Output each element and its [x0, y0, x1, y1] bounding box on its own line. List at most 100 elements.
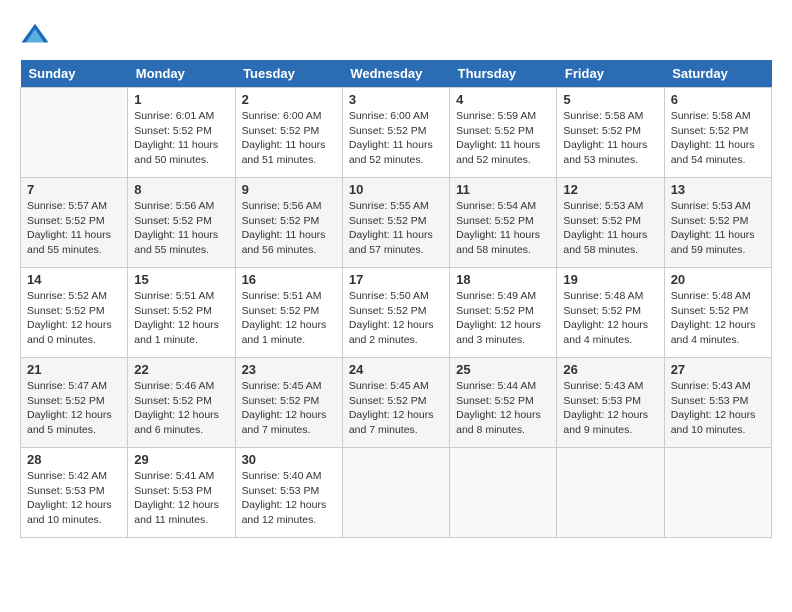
- day-number: 8: [134, 182, 228, 197]
- calendar-week-row: 7 Sunrise: 5:57 AM Sunset: 5:52 PM Daylig…: [21, 178, 772, 268]
- day-info: Sunrise: 5:45 AM Sunset: 5:52 PM Dayligh…: [242, 379, 336, 438]
- day-info: Sunrise: 5:53 AM Sunset: 5:52 PM Dayligh…: [563, 199, 657, 258]
- day-number: 22: [134, 362, 228, 377]
- calendar-cell: 9 Sunrise: 5:56 AM Sunset: 5:52 PM Daylig…: [235, 178, 342, 268]
- day-number: 24: [349, 362, 443, 377]
- logo: [20, 20, 54, 50]
- calendar-cell: [450, 448, 557, 538]
- calendar-cell: 16 Sunrise: 5:51 AM Sunset: 5:52 PM Dayli…: [235, 268, 342, 358]
- calendar-cell: 13 Sunrise: 5:53 AM Sunset: 5:52 PM Dayli…: [664, 178, 771, 268]
- day-info: Sunrise: 5:51 AM Sunset: 5:52 PM Dayligh…: [134, 289, 228, 348]
- day-number: 17: [349, 272, 443, 287]
- day-number: 2: [242, 92, 336, 107]
- calendar-header-row: SundayMondayTuesdayWednesdayThursdayFrid…: [21, 60, 772, 88]
- day-number: 23: [242, 362, 336, 377]
- day-number: 16: [242, 272, 336, 287]
- day-info: Sunrise: 5:40 AM Sunset: 5:53 PM Dayligh…: [242, 469, 336, 528]
- calendar-table: SundayMondayTuesdayWednesdayThursdayFrid…: [20, 60, 772, 538]
- calendar-cell: 10 Sunrise: 5:55 AM Sunset: 5:52 PM Dayli…: [342, 178, 449, 268]
- day-info: Sunrise: 5:56 AM Sunset: 5:52 PM Dayligh…: [134, 199, 228, 258]
- calendar-cell: 28 Sunrise: 5:42 AM Sunset: 5:53 PM Dayli…: [21, 448, 128, 538]
- day-info: Sunrise: 5:43 AM Sunset: 5:53 PM Dayligh…: [671, 379, 765, 438]
- calendar-cell: 11 Sunrise: 5:54 AM Sunset: 5:52 PM Dayli…: [450, 178, 557, 268]
- day-info: Sunrise: 5:52 AM Sunset: 5:52 PM Dayligh…: [27, 289, 121, 348]
- calendar-cell: [557, 448, 664, 538]
- calendar-cell: 6 Sunrise: 5:58 AM Sunset: 5:52 PM Daylig…: [664, 88, 771, 178]
- calendar-week-row: 14 Sunrise: 5:52 AM Sunset: 5:52 PM Dayli…: [21, 268, 772, 358]
- calendar-cell: 19 Sunrise: 5:48 AM Sunset: 5:52 PM Dayli…: [557, 268, 664, 358]
- calendar-cell: 12 Sunrise: 5:53 AM Sunset: 5:52 PM Dayli…: [557, 178, 664, 268]
- day-number: 13: [671, 182, 765, 197]
- day-number: 27: [671, 362, 765, 377]
- calendar-cell: 15Sunrise: 5:51 AM Sunset: 5:52 PM Dayli…: [128, 268, 235, 358]
- column-header-monday: Monday: [128, 60, 235, 88]
- day-info: Sunrise: 5:58 AM Sunset: 5:52 PM Dayligh…: [563, 109, 657, 168]
- day-info: Sunrise: 5:47 AM Sunset: 5:52 PM Dayligh…: [27, 379, 121, 438]
- calendar-cell: 25 Sunrise: 5:44 AM Sunset: 5:52 PM Dayli…: [450, 358, 557, 448]
- calendar-cell: 17 Sunrise: 5:50 AM Sunset: 5:52 PM Dayli…: [342, 268, 449, 358]
- day-info: Sunrise: 5:53 AM Sunset: 5:52 PM Dayligh…: [671, 199, 765, 258]
- calendar-cell: 2Sunrise: 6:00 AM Sunset: 5:52 PM Daylig…: [235, 88, 342, 178]
- calendar-week-row: 28 Sunrise: 5:42 AM Sunset: 5:53 PM Dayli…: [21, 448, 772, 538]
- day-number: 1: [134, 92, 228, 107]
- column-header-sunday: Sunday: [21, 60, 128, 88]
- day-number: 14: [27, 272, 121, 287]
- calendar-cell: 30 Sunrise: 5:40 AM Sunset: 5:53 PM Dayli…: [235, 448, 342, 538]
- calendar-cell: [21, 88, 128, 178]
- day-info: Sunrise: 5:54 AM Sunset: 5:52 PM Dayligh…: [456, 199, 550, 258]
- day-number: 30: [242, 452, 336, 467]
- calendar-week-row: 1 Sunrise: 6:01 AM Sunset: 5:52 PM Daylig…: [21, 88, 772, 178]
- calendar-cell: 20 Sunrise: 5:48 AM Sunset: 5:52 PM Dayli…: [664, 268, 771, 358]
- calendar-cell: 22 Sunrise: 5:46 AM Sunset: 5:52 PM Dayli…: [128, 358, 235, 448]
- day-info: Sunrise: 6:01 AM Sunset: 5:52 PM Dayligh…: [134, 109, 228, 168]
- day-info: Sunrise: 6:00 AM Sunset: 5:52 PM Dayligh…: [349, 109, 443, 168]
- day-info: Sunrise: 5:56 AM Sunset: 5:52 PM Dayligh…: [242, 199, 336, 258]
- day-info: Sunrise: 5:51 AM Sunset: 5:52 PM Dayligh…: [242, 289, 336, 348]
- day-info: Sunrise: 5:55 AM Sunset: 5:52 PM Dayligh…: [349, 199, 443, 258]
- column-header-friday: Friday: [557, 60, 664, 88]
- day-number: 5: [563, 92, 657, 107]
- calendar-cell: 29Sunrise: 5:41 AM Sunset: 5:53 PM Dayli…: [128, 448, 235, 538]
- day-info: Sunrise: 5:58 AM Sunset: 5:52 PM Dayligh…: [671, 109, 765, 168]
- column-header-wednesday: Wednesday: [342, 60, 449, 88]
- day-info: Sunrise: 5:46 AM Sunset: 5:52 PM Dayligh…: [134, 379, 228, 438]
- day-info: Sunrise: 5:59 AM Sunset: 5:52 PM Dayligh…: [456, 109, 550, 168]
- day-info: Sunrise: 5:50 AM Sunset: 5:52 PM Dayligh…: [349, 289, 443, 348]
- day-number: 12: [563, 182, 657, 197]
- day-number: 9: [242, 182, 336, 197]
- day-number: 6: [671, 92, 765, 107]
- day-info: Sunrise: 5:42 AM Sunset: 5:53 PM Dayligh…: [27, 469, 121, 528]
- day-number: 25: [456, 362, 550, 377]
- calendar-cell: 21 Sunrise: 5:47 AM Sunset: 5:52 PM Dayli…: [21, 358, 128, 448]
- day-number: 19: [563, 272, 657, 287]
- calendar-cell: 23 Sunrise: 5:45 AM Sunset: 5:52 PM Dayli…: [235, 358, 342, 448]
- calendar-cell: 3Sunrise: 6:00 AM Sunset: 5:52 PM Daylig…: [342, 88, 449, 178]
- calendar-cell: 7 Sunrise: 5:57 AM Sunset: 5:52 PM Daylig…: [21, 178, 128, 268]
- day-number: 7: [27, 182, 121, 197]
- calendar-cell: 1 Sunrise: 6:01 AM Sunset: 5:52 PM Daylig…: [128, 88, 235, 178]
- day-info: Sunrise: 5:43 AM Sunset: 5:53 PM Dayligh…: [563, 379, 657, 438]
- calendar-cell: [664, 448, 771, 538]
- column-header-tuesday: Tuesday: [235, 60, 342, 88]
- day-info: Sunrise: 5:49 AM Sunset: 5:52 PM Dayligh…: [456, 289, 550, 348]
- day-info: Sunrise: 5:48 AM Sunset: 5:52 PM Dayligh…: [563, 289, 657, 348]
- day-number: 4: [456, 92, 550, 107]
- day-number: 26: [563, 362, 657, 377]
- calendar-cell: [342, 448, 449, 538]
- day-number: 10: [349, 182, 443, 197]
- day-number: 28: [27, 452, 121, 467]
- calendar-cell: 5 Sunrise: 5:58 AM Sunset: 5:52 PM Daylig…: [557, 88, 664, 178]
- calendar-cell: 18 Sunrise: 5:49 AM Sunset: 5:52 PM Dayli…: [450, 268, 557, 358]
- calendar-cell: 14 Sunrise: 5:52 AM Sunset: 5:52 PM Dayli…: [21, 268, 128, 358]
- day-info: Sunrise: 5:57 AM Sunset: 5:52 PM Dayligh…: [27, 199, 121, 258]
- logo-icon: [20, 20, 50, 50]
- day-number: 11: [456, 182, 550, 197]
- day-number: 21: [27, 362, 121, 377]
- day-info: Sunrise: 5:48 AM Sunset: 5:52 PM Dayligh…: [671, 289, 765, 348]
- column-header-saturday: Saturday: [664, 60, 771, 88]
- day-info: Sunrise: 5:44 AM Sunset: 5:52 PM Dayligh…: [456, 379, 550, 438]
- day-number: 18: [456, 272, 550, 287]
- day-number: 20: [671, 272, 765, 287]
- day-info: Sunrise: 5:45 AM Sunset: 5:52 PM Dayligh…: [349, 379, 443, 438]
- page-header: [20, 20, 772, 50]
